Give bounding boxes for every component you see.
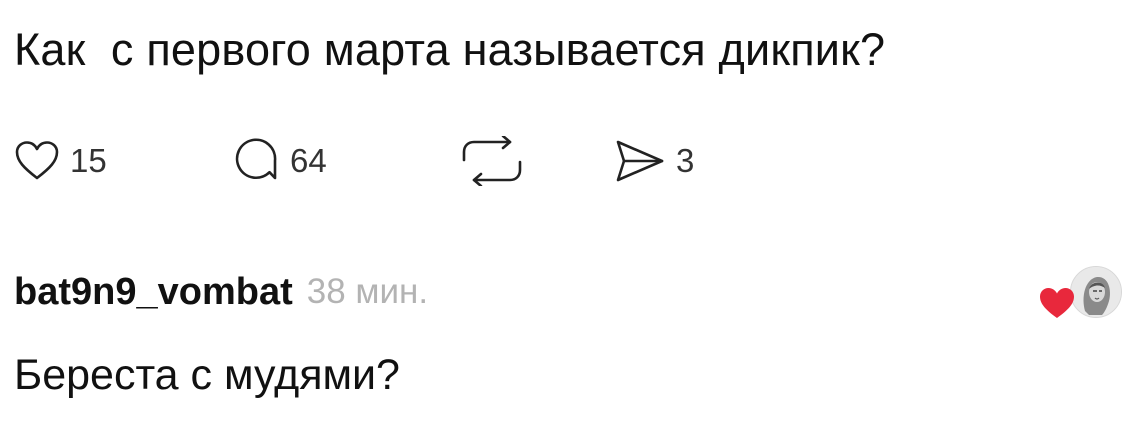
author-like-badge [1036,262,1126,334]
send-arrow-icon [614,138,666,184]
comment-timestamp: 38 мин. [306,272,429,311]
speech-bubble-icon [234,138,280,184]
repost-arrows-icon [460,136,524,186]
share-count: 3 [676,142,695,179]
comment-username[interactable]: bat9n9_vombat [14,271,293,314]
like-button[interactable]: 15 [14,134,107,188]
share-button[interactable]: 3 [614,134,694,188]
post-text: Как с первого марта называется дикпик? [14,24,886,75]
post-actions-bar: 15 64 3 [14,134,774,188]
like-count: 15 [70,142,107,179]
comment-button[interactable]: 64 [234,134,327,188]
heart-outline-icon [14,140,60,182]
avatar[interactable] [1070,266,1122,318]
comment-count: 64 [290,142,327,179]
comment-text: Береста с мудями? [14,351,400,399]
comment-header: bat9n9_vombat 38 мин. [14,262,428,322]
repost-button[interactable] [460,134,524,188]
red-heart-icon [1038,286,1076,325]
